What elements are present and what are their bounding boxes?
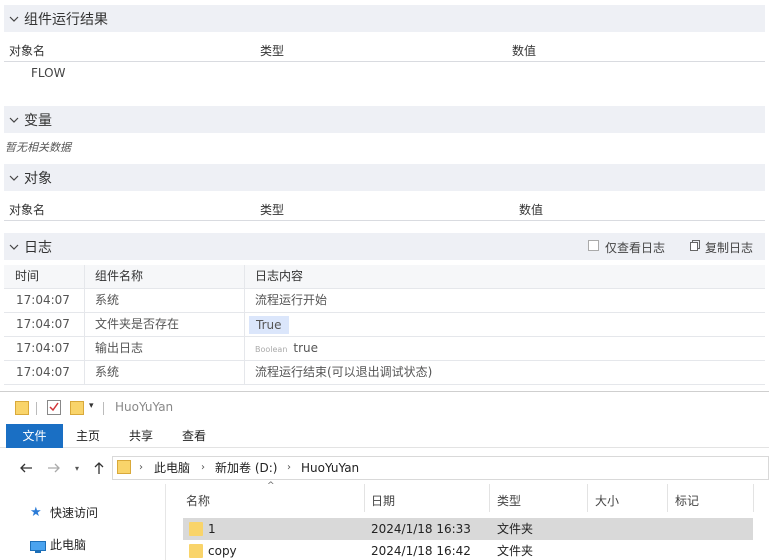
address-input[interactable]: › 此电脑 › 新加卷 (D:) › HuoYuYan [112, 456, 769, 480]
col-size[interactable]: 大小 [595, 492, 619, 509]
folder-icon [15, 401, 29, 415]
tab-view[interactable]: 查看 [172, 424, 216, 448]
chevron-down-icon [4, 5, 24, 32]
log-col-component: 组件名称 [95, 269, 144, 283]
log-time: 17:04:07 [16, 365, 70, 379]
column-value: 数值 [519, 202, 544, 217]
log-component: 输出日志 [95, 341, 144, 355]
log-row[interactable]: 17:04:07 系统 流程运行结束(可以退出调试状态) [4, 361, 765, 385]
results-section-header[interactable]: 组件运行结果 [4, 5, 765, 32]
section-title: 变量 [24, 112, 52, 129]
log-col-content: 日志内容 [255, 269, 304, 283]
ribbon-tabs: 文件 主页 共享 查看 [0, 424, 769, 448]
monitor-icon [30, 539, 46, 553]
star-icon: ★ [30, 505, 42, 520]
nav-label: 快速访问 [50, 506, 99, 520]
only-log-checkbox[interactable] [588, 240, 599, 251]
nav-label: 此电脑 [50, 538, 87, 552]
file-type: 文件夹 [497, 522, 534, 536]
file-list-header: 名称 ^ 日期 类型 大小 标记 [170, 481, 769, 512]
tab-home[interactable]: 主页 [66, 424, 110, 448]
sort-up-icon: ^ [267, 481, 275, 491]
chevron-down-icon [4, 233, 24, 260]
log-time: 17:04:07 [16, 341, 70, 355]
chevron-right-icon[interactable]: › [201, 457, 205, 479]
section-title: 日志 [24, 239, 52, 256]
col-type[interactable]: 类型 [497, 492, 521, 509]
log-component: 系统 [95, 293, 120, 307]
file-name: 1 [208, 522, 216, 536]
log-time: 17:04:07 [16, 293, 70, 307]
folder-icon [117, 460, 131, 474]
copy-icon[interactable] [690, 240, 700, 251]
log-table-header: 时间 组件名称 日志内容 [4, 265, 765, 289]
log-content: 流程运行开始 [255, 293, 328, 307]
log-row[interactable]: 17:04:07 文件夹是否存在 True [4, 313, 765, 337]
file-row[interactable]: 1 2024/1/18 16:33 文件夹 [183, 518, 753, 540]
log-section-header[interactable]: 日志 仅查看日志 复制日志 [4, 233, 765, 260]
col-date[interactable]: 日期 [371, 492, 395, 509]
column-type: 类型 [260, 202, 285, 217]
column-object-name: 对象名 [9, 202, 46, 217]
properties-icon[interactable] [47, 400, 61, 415]
log-component: 文件夹是否存在 [95, 317, 180, 331]
chevron-down-icon [4, 106, 24, 133]
quick-access-dropdown-icon[interactable]: ▾ [89, 401, 94, 411]
file-name: copy [208, 544, 237, 558]
chevron-right-icon[interactable]: › [139, 457, 143, 479]
log-time: 17:04:07 [16, 317, 70, 331]
only-log-label[interactable]: 仅查看日志 [605, 239, 665, 256]
col-name[interactable]: 名称 [186, 492, 210, 509]
objects-column-header: 对象名 类型 数值 [4, 198, 765, 221]
result-row-name: FLOW [31, 66, 66, 80]
results-column-header: 对象名 类型 数值 [4, 39, 765, 62]
column-object-name: 对象名 [9, 43, 46, 58]
empty-data-text: 暂无相关数据 [5, 141, 71, 154]
log-content: true [293, 341, 319, 355]
file-type: 文件夹 [497, 544, 534, 558]
breadcrumb-folder[interactable]: HuoYuYan [301, 457, 359, 479]
log-col-time: 时间 [15, 269, 40, 283]
window-title: HuoYuYan [115, 400, 174, 414]
file-date: 2024/1/18 16:33 [371, 522, 471, 536]
section-title: 对象 [24, 170, 52, 187]
breadcrumb-this-pc[interactable]: 此电脑 [154, 457, 190, 479]
chevron-down-icon [4, 164, 24, 191]
folder-icon [189, 544, 203, 558]
column-type: 类型 [260, 43, 285, 58]
copy-log-button[interactable]: 复制日志 [705, 239, 753, 256]
log-row[interactable]: 17:04:07 输出日志 Boolean true [4, 337, 765, 361]
variables-section-header[interactable]: 变量 [4, 106, 765, 133]
nav-this-pc[interactable]: 此电脑 [30, 535, 86, 555]
log-content: 流程运行结束(可以退出调试状态) [255, 365, 433, 379]
col-tags[interactable]: 标记 [675, 492, 699, 509]
breadcrumb-drive[interactable]: 新加卷 (D:) [215, 457, 277, 479]
column-value: 数值 [512, 43, 537, 58]
tab-share[interactable]: 共享 [119, 424, 163, 448]
address-bar: › 此电脑 › 新加卷 (D:) › HuoYuYan [0, 452, 769, 484]
nav-quick-access[interactable]: ★ 快速访问 [30, 503, 98, 523]
new-folder-icon[interactable] [70, 401, 84, 415]
log-row[interactable]: 17:04:07 系统 流程运行开始 [4, 289, 765, 313]
objects-section-header[interactable]: 对象 [4, 164, 765, 191]
section-title: 组件运行结果 [24, 11, 108, 28]
type-tag: Boolean [255, 345, 288, 354]
file-row[interactable]: copy 2024/1/18 16:42 文件夹 [183, 540, 753, 560]
navigation-pane: ★ 快速访问 此电脑 [0, 484, 166, 560]
folder-icon [189, 522, 203, 536]
file-explorer-window: ▾ HuoYuYan 文件 主页 共享 查看 ▾ › 此电脑 › 新加卷 (D:… [0, 391, 769, 560]
explorer-title-bar: ▾ HuoYuYan [0, 392, 769, 424]
log-content-value: True [249, 316, 289, 334]
log-component: 系统 [95, 365, 120, 379]
file-date: 2024/1/18 16:42 [371, 544, 471, 558]
tab-file[interactable]: 文件 [6, 424, 63, 448]
chevron-right-icon[interactable]: › [287, 457, 291, 479]
